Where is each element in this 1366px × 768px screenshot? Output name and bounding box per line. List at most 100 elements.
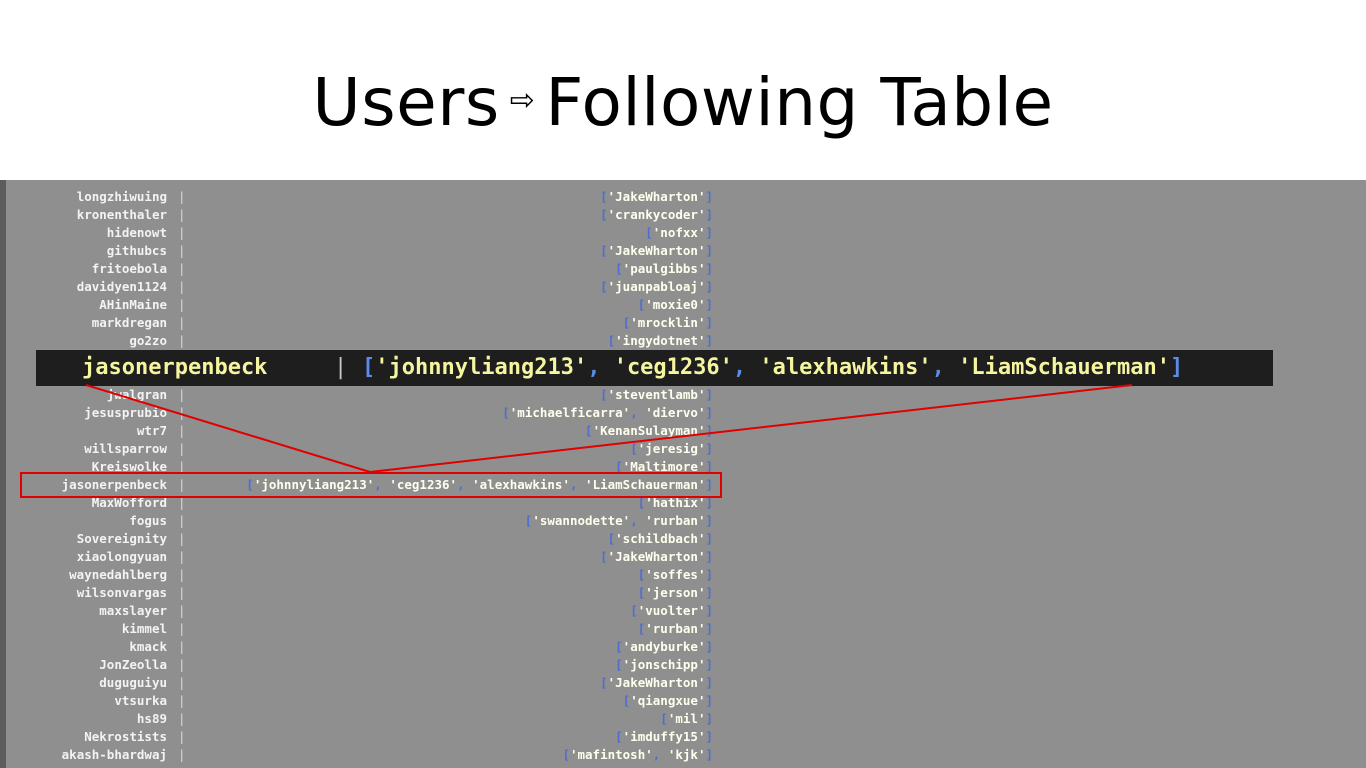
slide-title: Users ⇨ Following Table xyxy=(0,64,1366,141)
table-row: wilsonvargas | ['jerson'] xyxy=(0,584,1366,602)
following-entry: 'jerson' xyxy=(645,585,706,600)
following-entry: 'qiangxue' xyxy=(630,693,706,708)
table-row: willsparrow | ['jeresig'] xyxy=(0,440,1366,458)
table-row: jesusprubio | ['michaelficarra', 'diervo'] xyxy=(0,404,1366,422)
row-user: maxslayer xyxy=(99,603,167,618)
close-bracket: ] xyxy=(705,729,713,744)
close-bracket: ] xyxy=(705,693,713,708)
row-separator: | xyxy=(178,441,186,456)
open-bracket: [ xyxy=(607,531,616,546)
row-following-list: ['jonschipp'] xyxy=(615,656,713,674)
row-following-list: ['jerson'] xyxy=(638,584,713,602)
comma-separator: , xyxy=(630,405,646,420)
row-user: wtr7 xyxy=(136,423,167,438)
row-separator: | xyxy=(178,387,186,402)
table-row: jwalgran | ['steventlamb'] xyxy=(0,386,1366,404)
open-bracket: [ xyxy=(600,243,608,258)
title-right: Following Table xyxy=(545,64,1054,141)
comma-separator: , xyxy=(587,355,614,380)
following-entry: 'johnnyliang213' xyxy=(375,355,588,380)
following-entry: 'LiamSchauerman' xyxy=(958,355,1171,380)
close-bracket: ] xyxy=(1170,355,1184,380)
following-entry: 'moxie0' xyxy=(645,297,706,312)
following-entry: 'jeresig' xyxy=(637,441,706,456)
table-row: wtr7 | ['KenanSulayman'] xyxy=(0,422,1366,440)
row-user: duguguiyu xyxy=(99,675,167,690)
table-row: JonZeolla | ['jonschipp'] xyxy=(0,656,1366,674)
following-entry: 'crankycoder' xyxy=(607,207,706,222)
table-row: longzhiwuing | ['JakeWharton'] xyxy=(0,188,1366,206)
row-separator: | xyxy=(178,297,186,312)
row-user: davidyen1124 xyxy=(76,279,167,294)
following-name: schildbach xyxy=(622,531,698,546)
table-row: fogus | ['swannodette', 'rurban'] xyxy=(0,512,1366,530)
following-entry: 'imduffy15' xyxy=(622,729,706,744)
following-entry: 'diervo' xyxy=(645,405,706,420)
comma-separator: , xyxy=(931,355,959,380)
table-row: waynedahlberg | ['soffes'] xyxy=(0,566,1366,584)
row-separator: | xyxy=(178,729,186,744)
row-user: waynedahlberg xyxy=(69,567,167,582)
close-bracket: ] xyxy=(705,315,713,330)
row-user: wilsonvargas xyxy=(76,585,167,600)
open-bracket: [ xyxy=(630,441,638,456)
open-bracket: [ xyxy=(600,387,608,402)
table-row: hidenowt | ['nofxx'] xyxy=(0,224,1366,242)
following-name: jonschipp xyxy=(630,657,698,672)
close-bracket: ] xyxy=(705,657,713,672)
open-bracket: [ xyxy=(600,279,608,294)
open-bracket: [ xyxy=(502,405,510,420)
following-name: steventlamb xyxy=(615,387,698,402)
following-name: ingydotnet xyxy=(622,333,698,348)
close-bracket: ] xyxy=(705,531,713,546)
close-bracket: ] xyxy=(705,333,713,348)
row-user: AHinMaine xyxy=(99,297,167,312)
following-name: vuolter xyxy=(645,603,698,618)
table-row: Nekrostists | ['imduffy15'] xyxy=(0,728,1366,746)
table-row: kronenthaler | ['crankycoder'] xyxy=(0,206,1366,224)
row-following-list: ['moxie0'] xyxy=(638,296,713,314)
following-entry: 'paulgibbs' xyxy=(622,261,706,276)
following-entry: 'KenanSulayman' xyxy=(592,423,706,438)
following-entry: 'JakeWharton' xyxy=(607,189,706,204)
following-entry: 'nofxx' xyxy=(652,225,706,240)
row-separator: | xyxy=(178,225,186,240)
row-user: kmack xyxy=(129,639,167,654)
row-separator: | xyxy=(178,711,186,726)
row-user: hs89 xyxy=(136,711,167,726)
row-user: kronenthaler xyxy=(76,207,167,222)
following-name: KenanSulayman xyxy=(600,423,698,438)
row-separator: | xyxy=(178,261,186,276)
row-following-list: ['jeresig'] xyxy=(630,440,713,458)
row-user: Sovereignity xyxy=(76,531,167,546)
following-entry: 'soffes' xyxy=(645,567,706,582)
close-bracket: ] xyxy=(705,747,713,762)
following-entry: 'vuolter' xyxy=(637,603,706,618)
row-separator: | xyxy=(178,747,186,762)
open-bracket: [ xyxy=(630,603,638,618)
following-name: mil xyxy=(675,711,698,726)
row-separator: | xyxy=(178,585,186,600)
row-following-list: ['KenanSulayman'] xyxy=(585,422,713,440)
title-left: Users xyxy=(312,64,500,141)
open-bracket: [ xyxy=(562,747,570,762)
following-name: ceg1236 xyxy=(626,355,720,380)
row-user: JonZeolla xyxy=(99,657,167,672)
close-bracket: ] xyxy=(705,423,713,438)
table-row: akash-bhardwaj | ['mafintosh', 'kjk'] xyxy=(0,746,1366,764)
row-separator: | xyxy=(178,423,186,438)
table-row: duguguiyu | ['JakeWharton'] xyxy=(0,674,1366,692)
row-user: xiaolongyuan xyxy=(76,549,167,564)
row-separator: | xyxy=(178,657,186,672)
table-row: AHinMaine | ['moxie0'] xyxy=(0,296,1366,314)
close-bracket: ] xyxy=(705,567,713,582)
open-bracket: [ xyxy=(600,189,608,204)
following-name: soffes xyxy=(652,567,698,582)
following-name: imduffy15 xyxy=(630,729,698,744)
row-following-list: ['mil'] xyxy=(660,710,713,728)
table-row: Sovereignity | ['schildbach'] xyxy=(0,530,1366,548)
row-separator: | xyxy=(178,279,186,294)
row-separator: | xyxy=(178,531,186,546)
open-bracket: [ xyxy=(615,657,623,672)
row-user: githubcs xyxy=(106,243,167,258)
